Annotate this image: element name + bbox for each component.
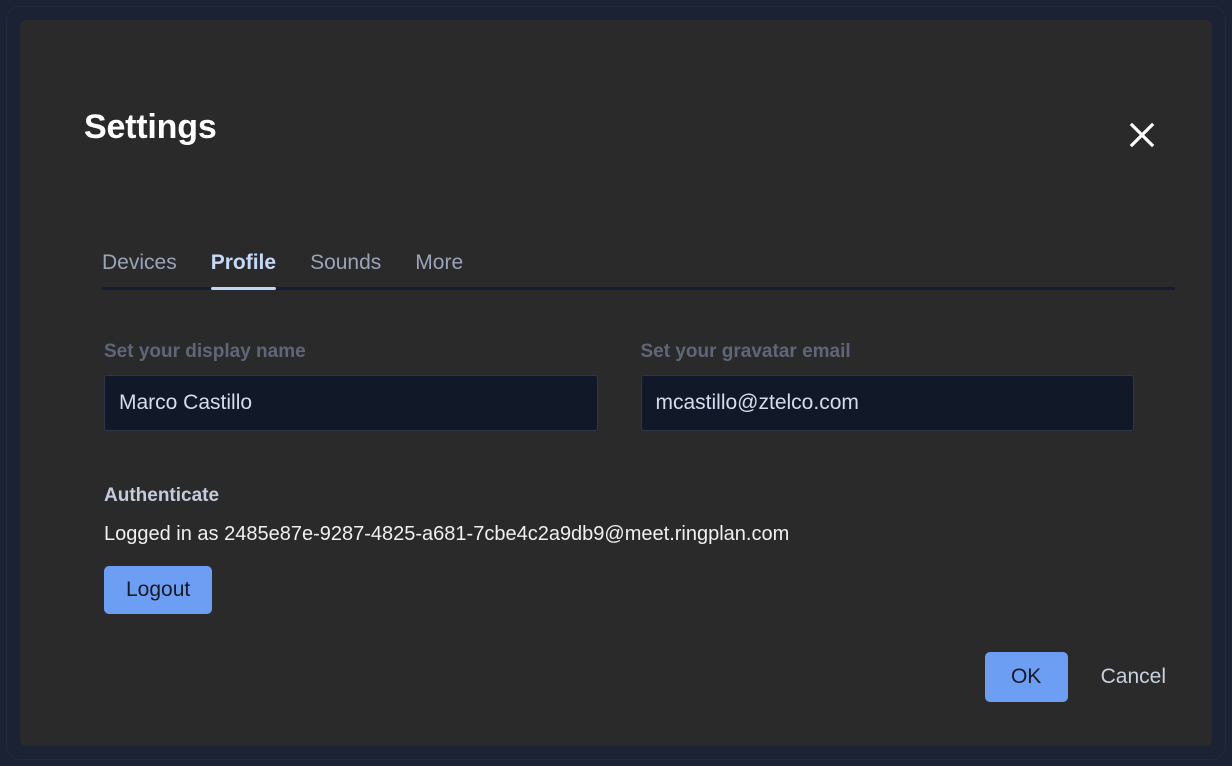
tab-sounds[interactable]: Sounds xyxy=(310,252,381,290)
close-button[interactable] xyxy=(1119,112,1165,158)
gravatar-email-field: Set your gravatar email xyxy=(640,341,1134,431)
authenticate-section: Authenticate Logged in as 2485e87e-9287-… xyxy=(104,486,1134,614)
gravatar-email-label: Set your gravatar email xyxy=(640,341,851,362)
tab-more[interactable]: More xyxy=(415,252,463,290)
display-name-input[interactable] xyxy=(104,375,598,431)
logged-in-status: Logged in as 2485e87e-9287-4825-a681-7cb… xyxy=(104,523,790,545)
tab-profile[interactable]: Profile xyxy=(210,252,277,290)
gravatar-email-input[interactable] xyxy=(640,375,1134,431)
profile-fields: Set your display name Set your gravatar … xyxy=(104,342,1134,431)
page-title: Settings xyxy=(84,108,217,146)
settings-dialog: Settings Devices Profile Sounds More Set… xyxy=(20,20,1212,746)
logout-button[interactable]: Logout xyxy=(104,566,213,614)
display-name-field: Set your display name xyxy=(104,342,598,431)
display-name-label: Set your display name xyxy=(104,341,306,362)
tab-list: Devices Profile Sounds More xyxy=(102,252,1175,290)
dialog-header: Settings xyxy=(20,20,1212,190)
ok-button[interactable]: OK xyxy=(984,652,1068,702)
dialog-footer: OK Cancel xyxy=(984,652,1166,702)
close-icon xyxy=(1127,120,1157,150)
authenticate-heading: Authenticate xyxy=(104,485,220,506)
tab-devices[interactable]: Devices xyxy=(102,252,177,290)
settings-tabs: Devices Profile Sounds More xyxy=(102,252,1175,290)
cancel-button[interactable]: Cancel xyxy=(1101,665,1166,689)
